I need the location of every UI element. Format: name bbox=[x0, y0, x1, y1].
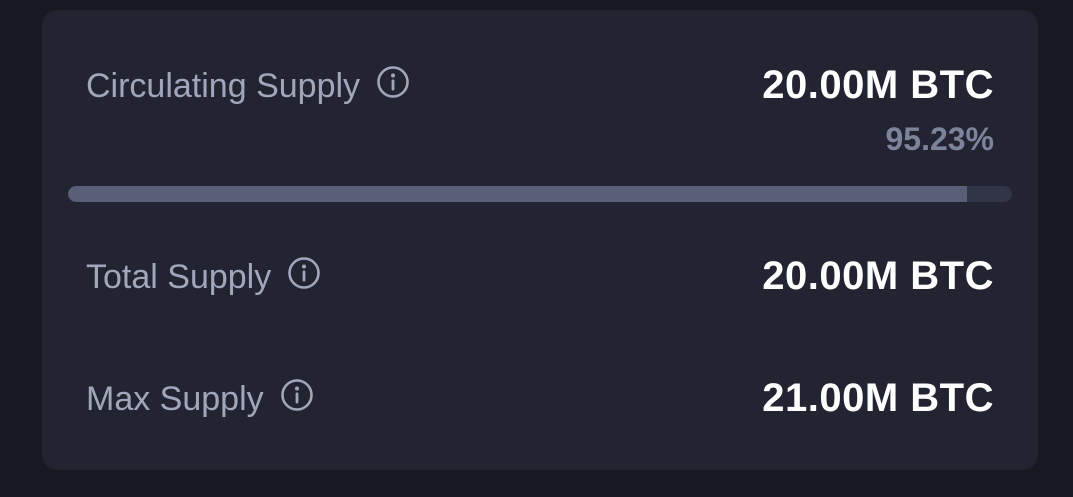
circulating-supply-label-group: Circulating Supply bbox=[86, 66, 410, 106]
circulating-supply-progress-fill bbox=[68, 186, 967, 202]
max-supply-value: 21.00M BTC bbox=[762, 376, 994, 420]
total-supply-label: Total Supply bbox=[86, 258, 272, 296]
total-supply-row: Total Supply 20.00M BTC bbox=[86, 253, 994, 303]
info-icon[interactable] bbox=[280, 378, 314, 412]
total-supply-value: 20.00M BTC bbox=[762, 254, 994, 298]
max-supply-row: Max Supply 21.00M BTC bbox=[86, 375, 994, 425]
circulating-supply-value: 20.00M BTC bbox=[762, 63, 994, 107]
total-supply-label-group: Total Supply bbox=[86, 257, 321, 297]
circulating-supply-progress-track bbox=[68, 186, 1012, 202]
supply-card: Circulating Supply 20.00M BTC 95.23% Tot… bbox=[42, 10, 1038, 470]
circulating-supply-percent: 95.23% bbox=[885, 121, 994, 157]
circulating-supply-row: Circulating Supply 20.00M BTC 95.23% bbox=[86, 62, 994, 157]
max-supply-label-group: Max Supply bbox=[86, 379, 314, 419]
circulating-supply-label: Circulating Supply bbox=[86, 67, 361, 105]
max-supply-label: Max Supply bbox=[86, 380, 264, 418]
info-icon[interactable] bbox=[376, 65, 410, 99]
info-icon[interactable] bbox=[287, 256, 321, 290]
